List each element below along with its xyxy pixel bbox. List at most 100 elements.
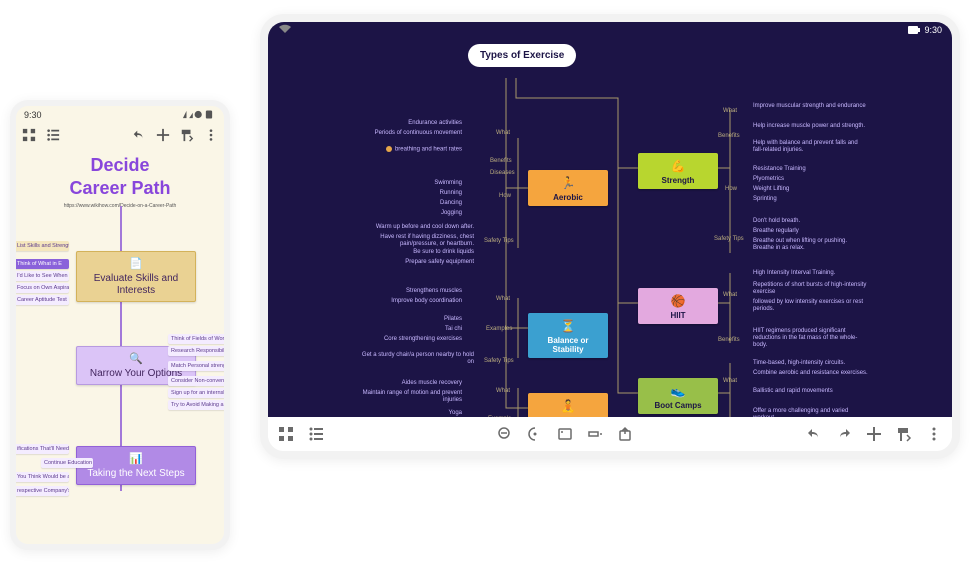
redo-icon[interactable] [836,426,852,442]
collapse-icon[interactable] [587,426,603,442]
leaf[interactable]: Dancing [440,200,462,207]
leaf[interactable]: Periods of continuous movement [375,130,462,137]
attachment-icon[interactable] [617,426,633,442]
phone-title: Decide Career Path [16,154,224,199]
node-next[interactable]: 📊 Taking the Next Steps [76,446,196,485]
phone-frame: 9:30 Decide Career Path https://www.wiki… [10,100,230,550]
add-icon[interactable] [156,128,170,142]
node-flexibility[interactable]: 🧘Flexibility [528,393,608,417]
tag[interactable]: Consider Non-conventional/Cros [168,376,224,386]
leaf[interactable]: Help with balance and prevent falls and … [753,140,868,154]
tag[interactable]: Focus on Own Aspiration [16,283,69,293]
lbl-what: What [723,108,737,114]
leaf[interactable]: Tai chi [445,326,462,333]
tag[interactable]: respective Company's Values r Own [16,486,69,496]
zoom-out-icon[interactable] [497,426,513,442]
leaf[interactable]: breathing and heart rates [386,146,462,154]
node-evaluate-label: Evaluate Skills and Interests [94,273,179,296]
format-icon[interactable] [180,128,194,142]
leaf[interactable]: Swimming [434,180,462,187]
chart-icon: 📊 [83,453,189,466]
leaf[interactable]: Combine aerobic and resistance exercises… [753,370,868,377]
undo-icon[interactable] [132,128,146,142]
phone-canvas[interactable]: Decide Career Path https://www.wikihow.c… [16,146,224,544]
leaf[interactable]: followed by low intensity exercises or r… [753,299,868,313]
tag[interactable]: Think of Fields of Work Broadly [168,334,224,344]
outline-view-icon[interactable] [308,426,324,442]
tag[interactable]: Continue Education [41,458,93,468]
leaf[interactable]: Repetitions of short bursts of high-inte… [753,282,868,296]
leaf[interactable]: Resistance Training [753,166,806,173]
leaf[interactable]: Endurance activities [408,120,462,127]
tag[interactable]: Think of What in E [16,259,69,269]
tag[interactable]: List Skills and Strengths [16,241,69,251]
node-aerobic[interactable]: 🏃Aerobic [528,170,608,206]
leaf[interactable]: HIIT regimens produced significant reduc… [753,328,868,350]
node-boot[interactable]: 👟Boot Camps [638,378,718,414]
leaf[interactable]: Breathe out when lifting or pushing. Bre… [753,238,868,252]
tag[interactable]: Career Aptitude Test [16,295,69,305]
tag[interactable]: ifications That'll Need for the [16,444,69,454]
node-strength[interactable]: 💪 Strength [638,153,718,189]
leaf[interactable]: Have rest if having dizziness, chest pai… [359,234,474,248]
leaf[interactable]: Plyometrics [753,176,784,183]
center-icon[interactable] [527,426,543,442]
leaf[interactable]: Maintain range of motion and prevent inj… [347,390,462,404]
leaf[interactable]: Prepare safety equipment [405,259,474,266]
lbl-what: What [723,292,737,298]
node-balance[interactable]: ⏳Balance or Stability [528,313,608,358]
leaf[interactable]: Offer a more challenging and varied work… [753,408,868,417]
tag[interactable]: Research Responsibilities of Job within … [168,346,224,356]
label: Strength [662,176,695,185]
tag[interactable]: Match Personal strengths and Potential J… [168,361,224,371]
label: HIIT [670,311,685,320]
leaf[interactable]: Strengthens muscles [406,288,462,295]
format-icon[interactable] [896,426,912,442]
tag[interactable]: I'd Like to See When I Retire [16,271,69,281]
phone-status-bar: 9:30 [16,106,224,124]
lbl-examples: Examples [486,326,512,332]
leaf[interactable]: Core strengthening exercises [384,336,462,343]
root-node[interactable]: Types of Exercise [468,44,576,67]
leaf[interactable]: Sprinting [753,196,777,203]
leaf[interactable]: Yoga [449,410,462,417]
leaf[interactable]: Get a sturdy chair/a person nearby to ho… [359,352,474,366]
node-hiit[interactable]: 🏀HIIT [638,288,718,324]
undo-icon[interactable] [806,426,822,442]
more-icon[interactable] [926,426,942,442]
leaf[interactable]: Warm up before and cool down after. [376,224,474,231]
leaf[interactable]: Don't hold breath. [753,218,800,225]
leaf[interactable]: Pilates [444,316,462,323]
tag[interactable]: You Think Would be a Good Fi [16,472,69,482]
grid-view-icon[interactable] [22,128,36,142]
add-icon[interactable] [866,426,882,442]
tag[interactable]: Sign up for an internship/Apprer [168,388,224,398]
leaf[interactable]: Ballistic and rapid movements [753,388,833,395]
leaf[interactable]: Time-based, high-intensity circuits. [753,360,845,367]
tag[interactable]: Try to Avoid Making a Decision B Money [168,400,224,410]
node-evaluate[interactable]: 📄 Evaluate Skills and Interests [76,251,196,302]
leaf[interactable]: Breathe regularly [753,228,799,235]
lbl-what: What [496,388,510,394]
fit-icon[interactable] [557,426,573,442]
grid-view-icon[interactable] [278,426,294,442]
muscle-icon: 💪 [642,159,714,173]
leaf[interactable]: High Intensity Interval Training. [753,270,835,277]
label: Boot Camps [654,401,701,410]
leaf[interactable]: Be sure to drink liquids [413,249,474,256]
more-icon[interactable] [204,128,218,142]
label: Balance or Stability [548,336,589,354]
leaf[interactable]: Improve muscular strength and endurance [753,103,866,110]
tablet-frame: 9:30 Types of Exercise [260,14,960,459]
leaf[interactable]: Improve body coordination [391,298,462,305]
lbl-what: What [723,378,737,384]
outline-view-icon[interactable] [46,128,60,142]
leaf[interactable]: Help increase muscle power and strength. [753,123,865,130]
phone-status-icons [182,110,216,121]
leaf[interactable]: Running [440,190,462,197]
leaf[interactable]: Jogging [441,210,462,217]
tablet-canvas[interactable]: Types of Exercise 🏃Aerobic ⏳B [268,38,952,417]
lbl-benefits: Benefits [490,158,512,164]
leaf[interactable]: Aides muscle recovery [402,380,462,387]
leaf[interactable]: Weight Lifting [753,186,789,193]
